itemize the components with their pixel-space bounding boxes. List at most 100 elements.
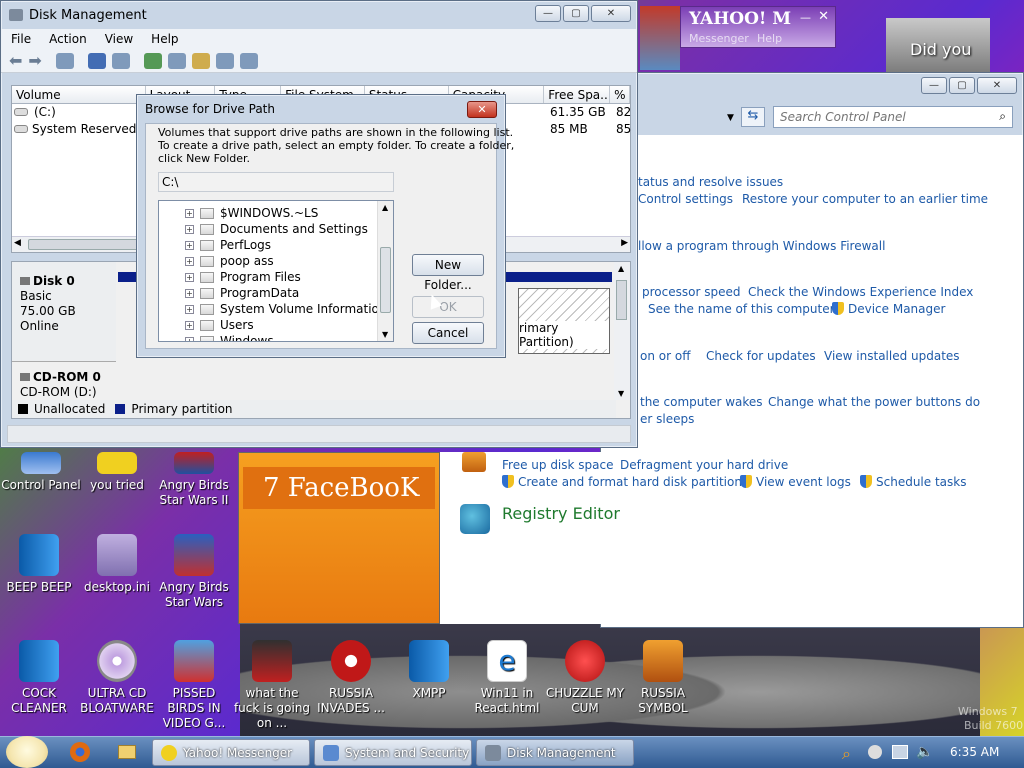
disk0-info[interactable]: Disk 0 Basic 75.00 GB Online — [12, 262, 116, 362]
link-free-disk[interactable]: Free up disk space — [502, 458, 614, 472]
cancel-button[interactable]: Cancel — [412, 322, 484, 344]
scroll-down-icon[interactable]: ▼ — [618, 389, 624, 398]
scroll-thumb[interactable] — [616, 280, 627, 320]
tree-item[interactable]: + PerfLogs — [185, 237, 393, 253]
desktop-icon-russia-invades[interactable]: RUSSIA INVADES ... — [310, 640, 392, 716]
link-on-off[interactable]: on or off — [640, 349, 690, 363]
scroll-thumb[interactable] — [380, 247, 391, 313]
desktop-icon-you-tried[interactable]: you tried — [76, 452, 158, 493]
close-button[interactable]: ✕ — [977, 77, 1017, 94]
folder-icon[interactable] — [118, 745, 136, 759]
col-free-space[interactable]: Free Spa... — [544, 86, 611, 103]
firefox-icon[interactable] — [70, 742, 90, 762]
expand-icon[interactable]: + — [185, 304, 194, 314]
minimize-button[interactable]: — — [921, 77, 947, 94]
taskbar-system-security[interactable]: System and Security — [314, 739, 472, 766]
minimize-icon[interactable]: — — [800, 11, 811, 24]
taskbar-disk-management[interactable]: Disk Management — [476, 739, 634, 766]
address-dropdown-icon[interactable]: ▼ — [727, 113, 734, 123]
dialog-close-button[interactable]: ✕ — [467, 101, 497, 118]
settings-icon[interactable] — [239, 52, 258, 69]
desktop-icon-desktop-ini[interactable]: desktop.ini — [76, 534, 158, 595]
tree-item[interactable]: + System Volume Information — [185, 301, 393, 317]
menu-help[interactable]: Help — [151, 32, 178, 46]
link-power-buttons[interactable]: Change what the power buttons do — [768, 395, 980, 409]
facebook-window[interactable]: 7 FaceBooK — [238, 452, 440, 624]
scroll-up-icon[interactable]: ▲ — [382, 203, 388, 212]
tree-item[interactable]: + Windows — [185, 333, 393, 341]
cdrom-info[interactable]: CD-ROM 0 CD-ROM (D:) — [12, 366, 116, 402]
ok-button[interactable]: OK — [412, 296, 484, 318]
link-status[interactable]: tatus and resolve issues — [638, 175, 783, 189]
close-button[interactable]: ✕ — [591, 5, 631, 22]
desktop-icon-win11-react[interactable]: e Win11 in React.html — [466, 640, 548, 716]
col-percent-free[interactable]: % F — [610, 86, 631, 103]
console-tree-icon[interactable] — [55, 52, 74, 69]
volume-icon[interactable]: 🔈 — [916, 744, 933, 760]
close-icon[interactable]: ✕ — [818, 9, 829, 24]
start-button[interactable] — [6, 736, 48, 768]
link-computer-name[interactable]: See the name of this computer — [648, 302, 835, 316]
desktop-icon-ultra-cd[interactable]: ULTRA CD BLOATWARE — [76, 640, 158, 716]
rescan-icon[interactable] — [167, 52, 186, 69]
clock[interactable]: 6:35 AM — [950, 745, 999, 759]
link-installed-updates[interactable]: View installed updates — [824, 349, 960, 363]
registry-editor-link[interactable]: Registry Editor — [502, 504, 620, 523]
expand-icon[interactable]: + — [185, 288, 194, 298]
back-arrow-icon[interactable]: ⬅ — [9, 51, 22, 70]
link-processor-speed[interactable]: processor speed — [642, 285, 740, 299]
explore-icon[interactable] — [215, 52, 234, 69]
expand-icon[interactable]: + — [185, 208, 194, 218]
yahoo-menu-help[interactable]: Help — [757, 32, 782, 45]
language-icon[interactable] — [868, 745, 882, 759]
minimize-button[interactable]: — — [535, 5, 561, 22]
link-computer-wakes[interactable]: the computer wakes — [640, 395, 763, 409]
menu-action[interactable]: Action — [49, 32, 87, 46]
scroll-down-icon[interactable]: ▼ — [382, 330, 388, 339]
menu-view[interactable]: View — [105, 32, 133, 46]
desktop-icon-xmpp[interactable]: XMPP — [388, 640, 470, 701]
primary-partition-block[interactable]: rimary Partition) — [518, 288, 610, 354]
forward-arrow-icon[interactable]: ➡ — [28, 51, 41, 70]
link-sleeps[interactable]: er sleeps — [640, 412, 694, 426]
desktop-icon-angry-birds-star-wars-2[interactable]: Angry Birds Star Wars II — [153, 452, 235, 508]
folder-tree[interactable]: + $WINDOWS.~LS + Documents and Settings + P… — [158, 200, 394, 342]
maximize-button[interactable]: ▢ — [949, 77, 975, 94]
link-control-settings[interactable]: Control settings — [638, 192, 733, 206]
tree-item[interactable]: + poop ass — [185, 253, 393, 269]
link-event-logs[interactable]: View event logs — [756, 475, 851, 489]
desktop-icon-russia-symbol[interactable]: RUSSIA SYMBOL — [622, 640, 704, 716]
help-icon[interactable] — [87, 52, 106, 69]
browse-drive-path-dialog[interactable]: Browse for Drive Path ✕ Volumes that sup… — [136, 94, 514, 358]
tree-item[interactable]: + Documents and Settings — [185, 221, 393, 237]
open-icon[interactable] — [191, 52, 210, 69]
link-defragment[interactable]: Defragment your hard drive — [620, 458, 788, 472]
scroll-up-icon[interactable]: ▲ — [618, 264, 624, 273]
link-schedule-tasks[interactable]: Schedule tasks — [876, 475, 966, 489]
desktop-icon-chuzzle[interactable]: CHUZZLE MY CUM — [544, 640, 626, 716]
network-icon[interactable] — [892, 745, 908, 759]
search-field[interactable]: ⌕ — [773, 106, 1013, 128]
expand-icon[interactable]: + — [185, 256, 194, 266]
dialog-titlebar[interactable]: Browse for Drive Path — [137, 95, 505, 123]
link-check-updates[interactable]: Check for updates — [706, 349, 816, 363]
tree-scrollbar[interactable]: ▲ ▼ — [377, 201, 393, 341]
scroll-right-icon[interactable]: ▶ — [621, 238, 628, 248]
desktop-icon-control-panel[interactable]: Control Panel — [0, 452, 82, 493]
expand-icon[interactable]: + — [185, 224, 194, 234]
yahoo-menu-messenger[interactable]: Messenger — [689, 32, 749, 45]
desktop-icon-pissed-birds[interactable]: PISSED BIRDS IN VIDEO G... — [153, 640, 235, 731]
scroll-thumb[interactable] — [28, 239, 138, 250]
search-icon[interactable]: ⌕ — [999, 109, 1006, 124]
link-restore[interactable]: Restore your computer to an earlier time — [742, 192, 988, 206]
tree-item[interactable]: + $WINDOWS.~LS — [185, 205, 393, 221]
disk-map-scrollbar[interactable]: ▲ ▼ — [614, 262, 630, 400]
taskbar-yahoo-messenger[interactable]: Yahoo! Messenger — [152, 739, 310, 766]
desktop-icon-cock-cleaner[interactable]: COCK CLEANER — [0, 640, 80, 716]
tree-item[interactable]: + ProgramData — [185, 285, 393, 301]
properties-icon[interactable] — [111, 52, 130, 69]
desktop-icon-what-the[interactable]: what the fuck is going on ... — [231, 640, 313, 731]
search-icon[interactable]: ⌕ — [842, 744, 851, 764]
maximize-button[interactable]: ▢ — [563, 5, 589, 22]
yahoo-messenger-window[interactable]: YAHOO! M Messenger Help — ✕ — [680, 6, 836, 48]
